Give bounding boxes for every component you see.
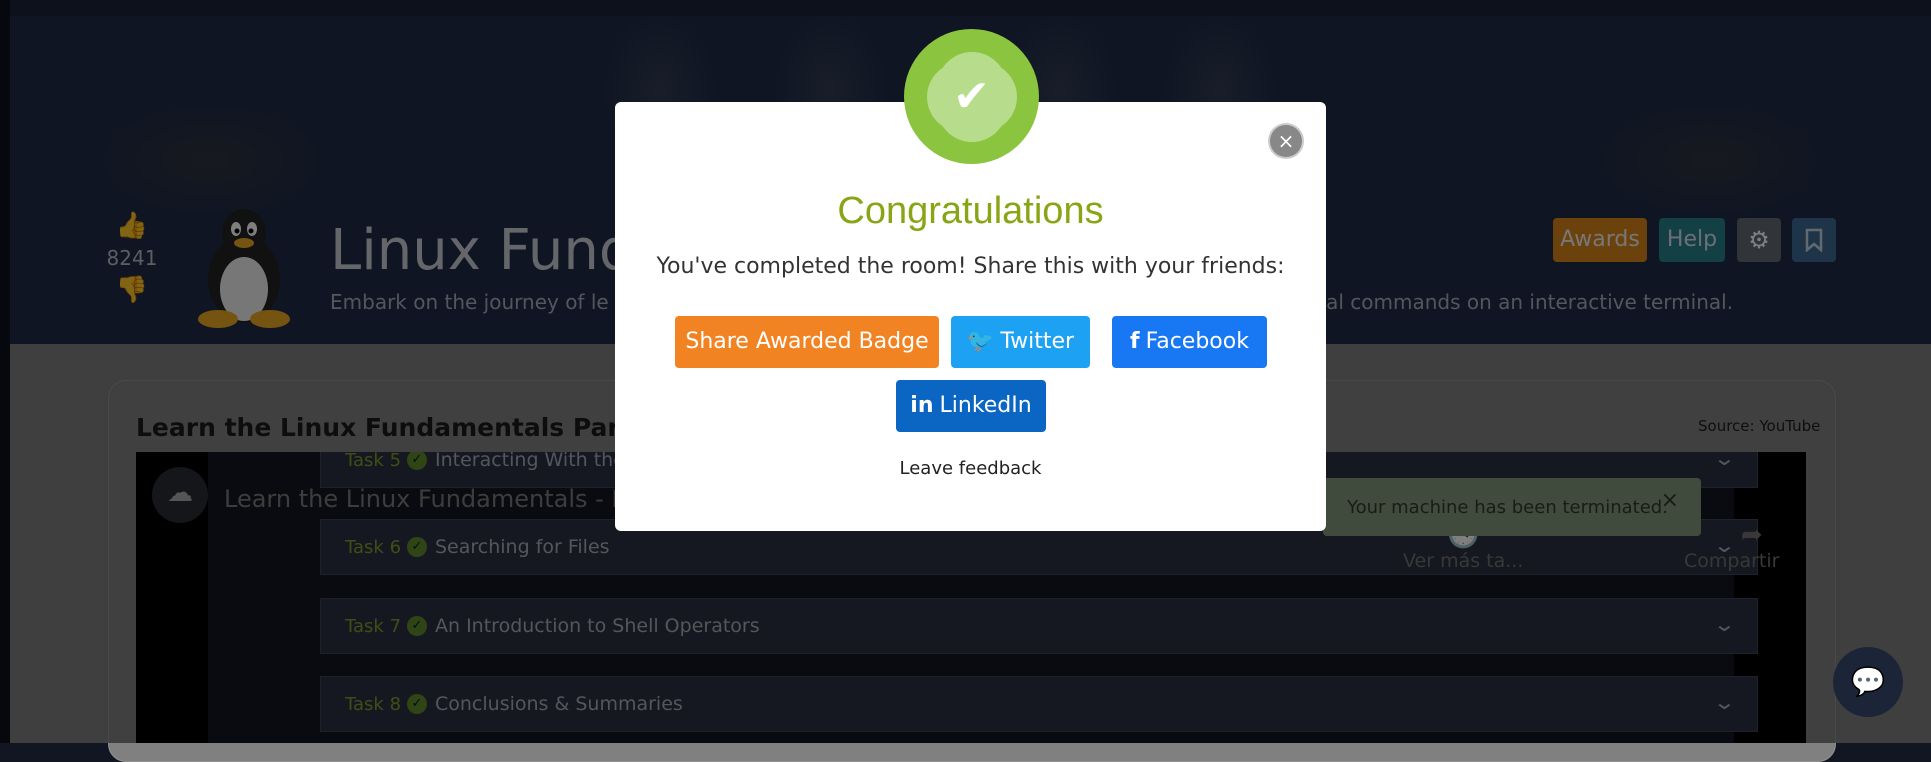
twitter-icon: 🐦 <box>966 329 995 354</box>
linkedin-icon: in <box>910 393 934 418</box>
modal-heading: Congratulations <box>837 190 1104 232</box>
leave-feedback-link[interactable]: Leave feedback <box>615 458 1326 479</box>
twitter-share-button[interactable]: 🐦 Twitter <box>951 316 1090 368</box>
modal-message: You've completed the room! Share this wi… <box>656 254 1285 279</box>
chat-button[interactable]: 💬 <box>1833 647 1903 717</box>
linkedin-label: LinkedIn <box>939 393 1032 418</box>
facebook-icon: f <box>1130 329 1140 354</box>
modal-close-button[interactable]: × <box>1270 125 1302 157</box>
completion-badge-icon: ✔ <box>904 29 1039 164</box>
twitter-label: Twitter <box>1000 329 1075 354</box>
share-badge-button[interactable]: Share Awarded Badge <box>675 316 939 368</box>
linkedin-share-button[interactable]: in LinkedIn <box>896 380 1046 432</box>
chat-bubble-icon: 💬 <box>1850 665 1886 698</box>
facebook-share-button[interactable]: f Facebook <box>1112 316 1267 368</box>
facebook-label: Facebook <box>1145 329 1249 354</box>
